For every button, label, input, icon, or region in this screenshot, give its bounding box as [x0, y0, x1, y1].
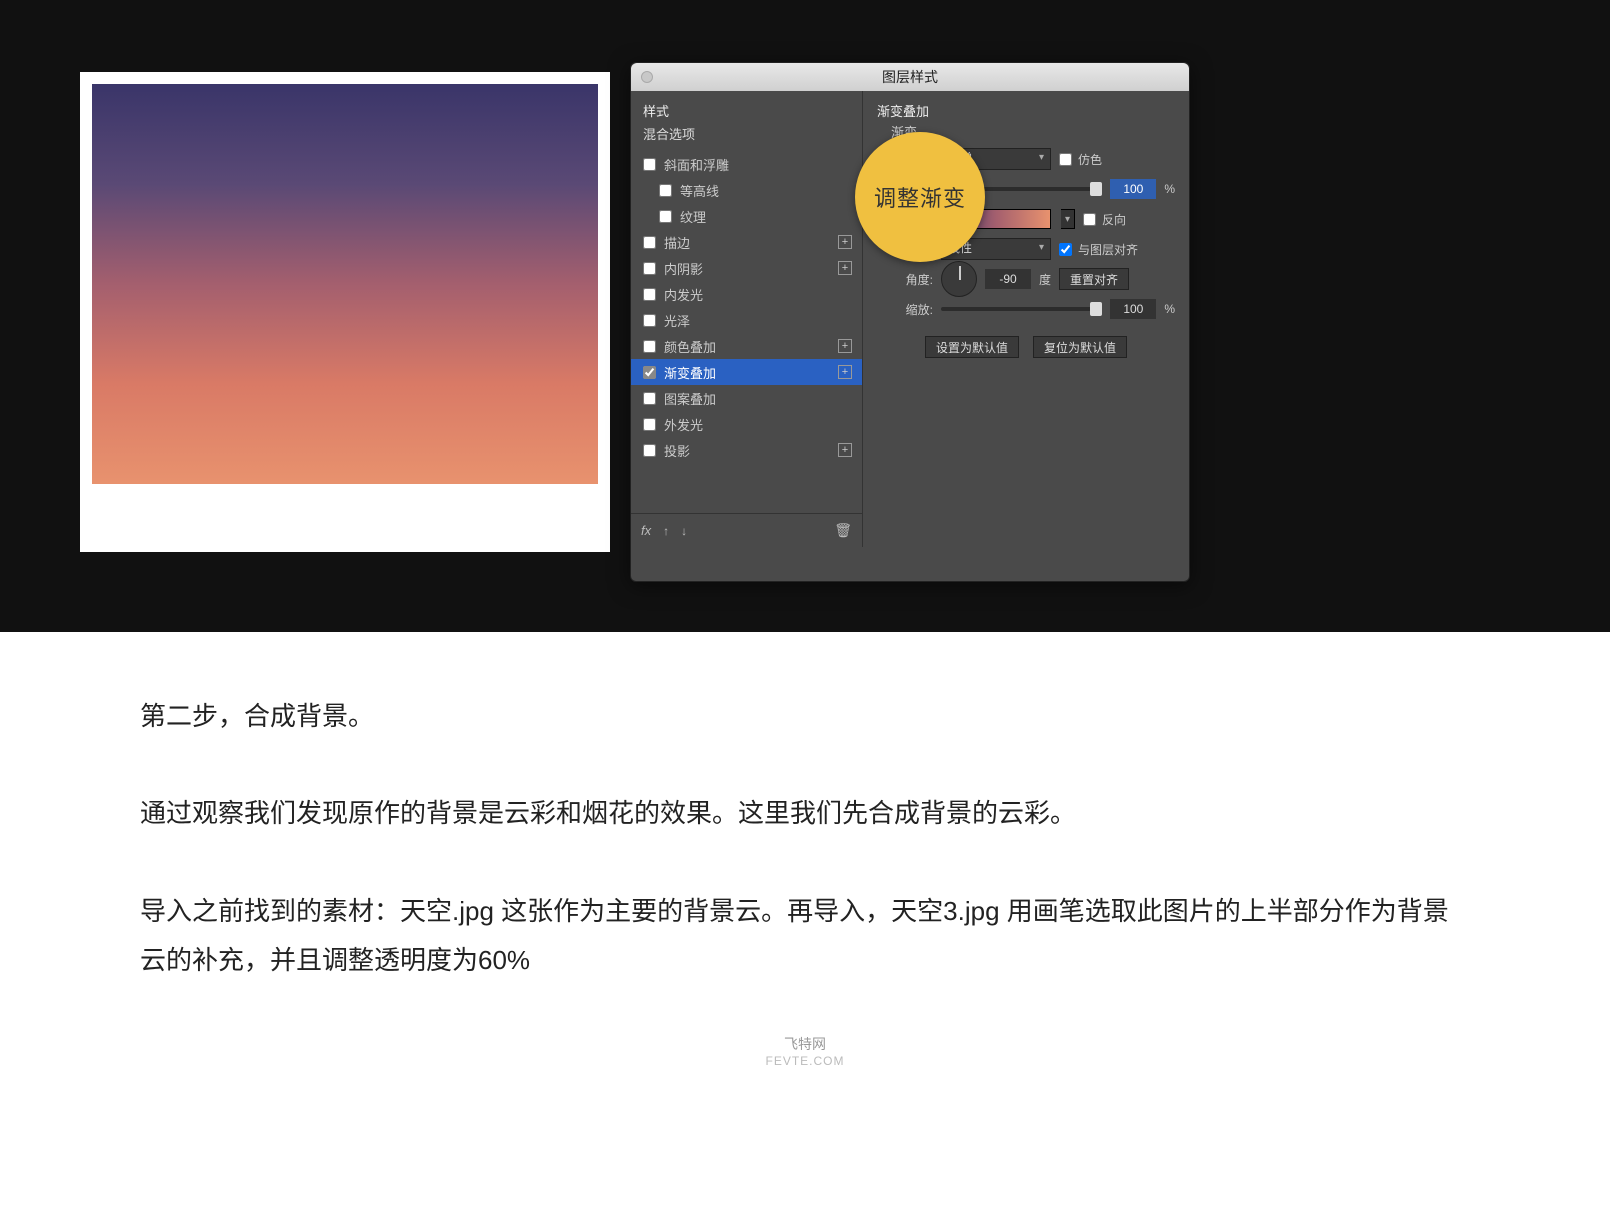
style-row-0[interactable]: 斜面和浮雕	[631, 151, 862, 177]
styles-column: 样式 混合选项 斜面和浮雕等高线纹理描边+内阴影+内发光光泽颜色叠加+渐变叠加+…	[631, 91, 863, 547]
paragraph-2: 通过观察我们发现原作的背景是云彩和烟花的效果。这里我们先合成背景的云彩。	[140, 789, 1470, 838]
style-checkbox[interactable]	[643, 418, 656, 431]
style-row-4[interactable]: 内阴影+	[631, 255, 862, 281]
style-row-10[interactable]: 外发光	[631, 411, 862, 437]
screenshot-area: 图层样式 样式 混合选项 斜面和浮雕等高线纹理描边+内阴影+内发光光泽颜色叠加+…	[0, 0, 1610, 632]
reset-default-button[interactable]: 复位为默认值	[1033, 336, 1127, 358]
dialog-title: 图层样式	[882, 69, 938, 85]
angle-label: 角度:	[877, 271, 933, 288]
style-label: 描边	[664, 233, 838, 252]
style-label: 颜色叠加	[664, 337, 838, 356]
opacity-value[interactable]: 100	[1110, 179, 1156, 199]
style-row-2[interactable]: 纹理	[631, 203, 862, 229]
paragraph-3: 导入之前找到的素材：天空.jpg 这张作为主要的背景云。再导入，天空3.jpg …	[140, 887, 1470, 986]
callout-badge: 调整渐变	[855, 132, 985, 262]
close-icon[interactable]	[641, 71, 653, 83]
style-row-3[interactable]: 描边+	[631, 229, 862, 255]
gradient-dropdown-icon[interactable]: ▾	[1061, 209, 1075, 229]
watermark-line2: FEVTE.COM	[0, 1054, 1610, 1068]
arrow-down-icon[interactable]: ↓	[681, 524, 687, 538]
angle-dial[interactable]	[941, 261, 977, 297]
style-label: 投影	[664, 441, 838, 460]
paragraph-1: 第二步，合成背景。	[140, 692, 1470, 741]
style-checkbox[interactable]	[643, 340, 656, 353]
fx-icon[interactable]: fx	[641, 523, 651, 538]
style-label: 外发光	[664, 415, 852, 434]
style-checkbox[interactable]	[643, 314, 656, 327]
plus-icon[interactable]: +	[838, 365, 852, 379]
canvas-gradient-preview	[92, 84, 598, 484]
style-checkbox[interactable]	[643, 158, 656, 171]
watermark-line1: 飞特网	[0, 1034, 1610, 1054]
style-label: 斜面和浮雕	[664, 155, 852, 174]
reverse-checkbox[interactable]: 反向	[1083, 211, 1126, 228]
scale-label: 缩放:	[877, 301, 933, 318]
style-checkbox[interactable]	[643, 288, 656, 301]
style-checkbox[interactable]	[643, 262, 656, 275]
scale-slider[interactable]	[941, 307, 1102, 311]
arrow-up-icon[interactable]: ↑	[663, 524, 669, 538]
angle-unit: 度	[1039, 271, 1051, 288]
style-checkbox[interactable]	[659, 210, 672, 223]
style-checkbox[interactable]	[643, 392, 656, 405]
angle-value[interactable]: -90	[985, 269, 1031, 289]
trash-icon[interactable]: 🗑	[834, 522, 852, 539]
style-list: 斜面和浮雕等高线纹理描边+内阴影+内发光光泽颜色叠加+渐变叠加+图案叠加外发光投…	[631, 151, 862, 513]
style-row-11[interactable]: 投影+	[631, 437, 862, 463]
style-row-1[interactable]: 等高线	[631, 177, 862, 203]
style-row-6[interactable]: 光泽	[631, 307, 862, 333]
blend-options-row[interactable]: 混合选项	[631, 124, 862, 151]
style-checkbox[interactable]	[643, 236, 656, 249]
style-row-7[interactable]: 颜色叠加+	[631, 333, 862, 359]
style-label: 纹理	[680, 207, 852, 226]
align-checkbox[interactable]: 与图层对齐	[1059, 241, 1138, 258]
dither-checkbox[interactable]: 仿色	[1059, 151, 1102, 168]
style-row-5[interactable]: 内发光	[631, 281, 862, 307]
style-checkbox[interactable]	[659, 184, 672, 197]
plus-icon[interactable]: +	[838, 339, 852, 353]
style-row-9[interactable]: 图案叠加	[631, 385, 862, 411]
style-label: 内阴影	[664, 259, 838, 278]
scale-value[interactable]: 100	[1110, 299, 1156, 319]
style-label: 图案叠加	[664, 389, 852, 408]
style-row-8[interactable]: 渐变叠加+	[631, 359, 862, 385]
style-label: 光泽	[664, 311, 852, 330]
chevron-down-icon: ▾	[1039, 242, 1044, 253]
style-checkbox[interactable]	[643, 444, 656, 457]
plus-icon[interactable]: +	[838, 235, 852, 249]
style-checkbox[interactable]	[643, 366, 656, 379]
style-label: 渐变叠加	[664, 363, 838, 382]
style-label: 内发光	[664, 285, 852, 304]
dialog-titlebar[interactable]: 图层样式	[631, 63, 1189, 91]
styles-footer: fx ↑ ↓ 🗑	[631, 513, 862, 547]
chevron-down-icon: ▾	[1039, 152, 1044, 163]
reset-align-button[interactable]: 重置对齐	[1059, 268, 1129, 290]
styles-header[interactable]: 样式	[631, 91, 862, 124]
style-label: 等高线	[680, 181, 852, 200]
plus-icon[interactable]: +	[838, 261, 852, 275]
article-body: 第二步，合成背景。 通过观察我们发现原作的背景是云彩和烟花的效果。这里我们先合成…	[0, 632, 1610, 1064]
form-section-title: 渐变叠加	[877, 101, 1175, 120]
make-default-button[interactable]: 设置为默认值	[925, 336, 1019, 358]
plus-icon[interactable]: +	[838, 443, 852, 457]
